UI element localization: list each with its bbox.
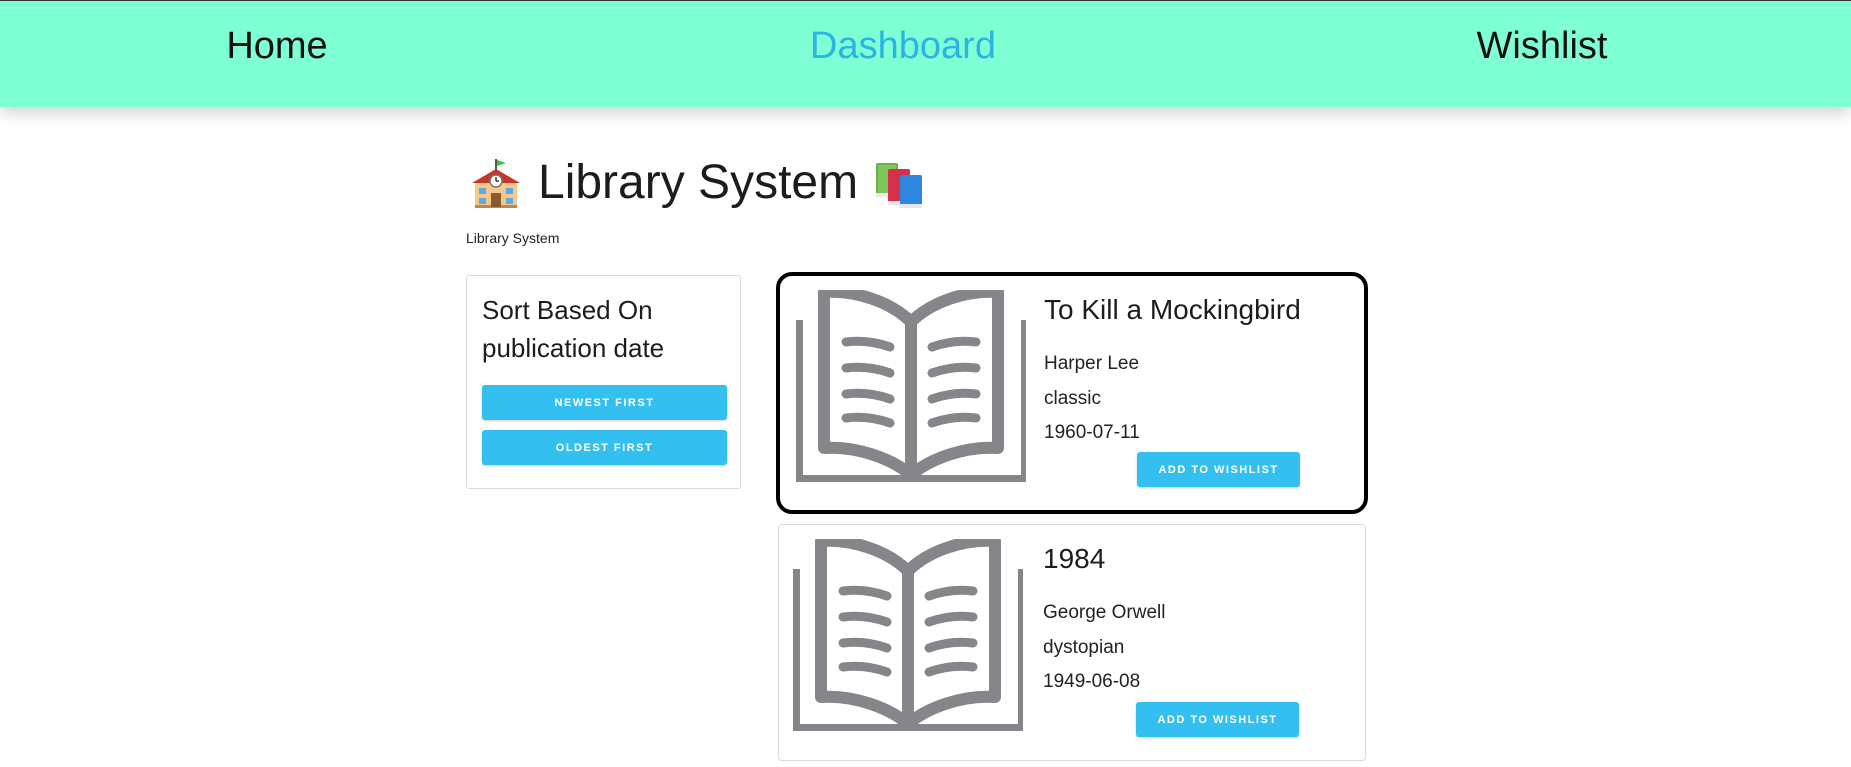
- book-publication-date: 1960-07-11: [1044, 422, 1140, 443]
- page-header: Library System: [470, 152, 926, 214]
- open-book-icon: [796, 290, 1026, 482]
- book-genre: classic: [1044, 388, 1102, 409]
- book-genre: dystopian: [1043, 637, 1125, 658]
- book-card[interactable]: 1984 George Orwell dystopian 1949-06-08 …: [778, 524, 1366, 761]
- book-card[interactable]: To Kill a Mockingbird Harper Lee classic…: [776, 272, 1368, 514]
- book-title: 1984: [1043, 543, 1106, 574]
- sort-heading: Sort Based On publication date: [482, 295, 665, 363]
- book-publication-date: 1949-06-08: [1043, 671, 1141, 692]
- top-navbar: Home Dashboard Wishlist: [0, 0, 1851, 107]
- page-title: Library System: [538, 156, 859, 209]
- nav-dashboard-link[interactable]: Dashboard: [810, 23, 996, 69]
- page-subtitle: Library System: [466, 230, 560, 246]
- open-book-icon: [793, 539, 1023, 731]
- newest-first-button[interactable]: Newest first: [482, 385, 727, 420]
- book-author: George Orwell: [1043, 602, 1166, 623]
- nav-home-link[interactable]: Home: [226, 23, 327, 69]
- school-building-icon: [472, 159, 520, 208]
- sort-panel: Sort Based On publication date Newest fi…: [466, 275, 741, 489]
- book-author: Harper Lee: [1044, 353, 1140, 374]
- add-to-wishlist-button[interactable]: Add to wishlist: [1136, 702, 1299, 737]
- nav-wishlist-link[interactable]: Wishlist: [1477, 23, 1608, 69]
- oldest-first-button[interactable]: Oldest first: [482, 430, 727, 465]
- books-icon: [876, 163, 923, 208]
- add-to-wishlist-button[interactable]: Add to wishlist: [1137, 452, 1300, 487]
- book-title: To Kill a Mockingbird: [1044, 294, 1301, 325]
